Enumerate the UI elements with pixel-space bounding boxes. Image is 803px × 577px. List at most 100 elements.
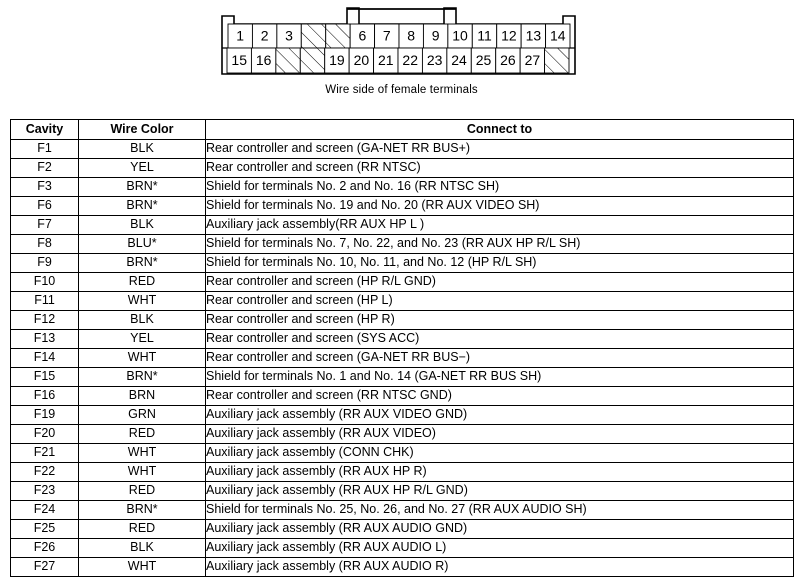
cell-cavity: F12 (10, 310, 79, 330)
cell-wire-color: BRN* (78, 253, 206, 273)
cell-cavity: F9 (10, 253, 79, 273)
table-row: F10 RED Rear controller and screen (HP R/L… (10, 272, 794, 292)
cell-connect-to: Auxiliary jack assembly (RR AUX VIDEO GN… (205, 405, 794, 425)
terminal-bottom-label-22: 22 (402, 52, 418, 68)
cell-connect-to: Rear controller and screen (GA-NET RR BU… (205, 348, 794, 368)
table-row: F2 YEL Rear controller and screen (RR NTSC… (10, 158, 794, 178)
cell-wire-color: BLU* (78, 234, 206, 254)
cell-cavity: F16 (10, 386, 79, 406)
cell-cavity: F10 (10, 272, 79, 292)
cell-cavity: F14 (10, 348, 79, 368)
terminal-bottom-label-20: 20 (354, 52, 370, 68)
cell-wire-color: WHT (78, 462, 206, 482)
cell-wire-color: RED (78, 519, 206, 539)
terminal-bottom-label-16: 16 (256, 52, 272, 68)
terminal-row-top: 1 2 3 6 7 8 9 10 11 12 13 14 (227, 23, 571, 49)
cell-wire-color: RED (78, 272, 206, 292)
terminal-top-label-3: 3 (285, 28, 293, 44)
column-header-connect-to: Connect to (205, 119, 794, 140)
cell-cavity: F8 (10, 234, 79, 254)
terminal-top-label-7: 7 (383, 28, 391, 44)
cell-wire-color: RED (78, 481, 206, 501)
terminal-bottom-label-24: 24 (451, 52, 467, 68)
terminal-row-bottom: 15 16 19 20 21 22 23 24 25 26 27 (226, 47, 570, 74)
table-row: F22 WHT Auxiliary jack assembly (RR AUX HP… (10, 462, 794, 482)
table-row: F7 BLK Auxiliary jack assembly(RR AUX HP L… (10, 215, 794, 235)
column-header-cavity: Cavity (10, 119, 79, 140)
terminal-bottom-label-23: 23 (427, 52, 443, 68)
cell-connect-to: Auxiliary jack assembly(RR AUX HP L ) (205, 215, 794, 235)
table-row: F23 RED Auxiliary jack assembly (RR AUX HP… (10, 481, 794, 501)
cell-wire-color: WHT (78, 557, 206, 577)
cell-cavity: F11 (10, 291, 79, 311)
terminal-top-label-11: 11 (477, 28, 492, 44)
diagram-caption: Wire side of female terminals (325, 84, 478, 96)
cell-wire-color: GRN (78, 405, 206, 425)
table-row: F26 BLK Auxiliary jack assembly (RR AUX AU… (10, 538, 794, 558)
cell-wire-color: BRN* (78, 196, 206, 216)
cell-connect-to: Auxiliary jack assembly (RR AUX HP R) (205, 462, 794, 482)
cell-connect-to: Rear controller and screen (GA-NET RR BU… (205, 139, 794, 159)
cell-cavity: F26 (10, 538, 79, 558)
cell-wire-color: BLK (78, 310, 206, 330)
table-row: F21 WHT Auxiliary jack assembly (CONN CHK) (10, 443, 794, 463)
terminal-bottom-label-27: 27 (525, 52, 541, 68)
terminal-top-label-2: 2 (261, 28, 269, 44)
cell-connect-to: Rear controller and screen (RR NTSC) (205, 158, 794, 178)
terminal-bottom-label-25: 25 (476, 52, 492, 68)
cell-cavity: F15 (10, 367, 79, 387)
terminal-top-blank-cell (300, 23, 327, 49)
cell-connect-to: Auxiliary jack assembly (CONN CHK) (205, 443, 794, 463)
table-row: F27 WHT Auxiliary jack assembly (RR AUX AU… (10, 557, 794, 577)
terminal-bottom-label-21: 21 (378, 52, 394, 68)
cell-wire-color: YEL (78, 158, 206, 178)
cell-connect-to: Auxiliary jack assembly (RR AUX AUDIO L) (205, 538, 794, 558)
terminal-table: Cavity Wire Color Connect to F1 BLK Rear c… (10, 119, 794, 577)
table-row: F3 BRN* Shield for terminals No. 2 and No.… (10, 177, 794, 197)
cell-wire-color: BRN* (78, 177, 206, 197)
cell-cavity: F7 (10, 215, 79, 235)
cell-wire-color: WHT (78, 291, 206, 311)
cell-wire-color: BRN* (78, 500, 206, 520)
cell-cavity: F1 (10, 139, 79, 159)
table-row: F14 WHT Rear controller and screen (GA-NET… (10, 348, 794, 368)
cell-connect-to: Auxiliary jack assembly (RR AUX VIDEO) (205, 424, 794, 444)
cell-connect-to: Shield for terminals No. 10, No. 11, and… (205, 253, 794, 273)
terminal-top-label-6: 6 (358, 28, 366, 44)
table-row: F19 GRN Auxiliary jack assembly (RR AUX VI… (10, 405, 794, 425)
cell-connect-to: Shield for terminals No. 7, No. 22, and … (205, 234, 794, 254)
table-row: F6 BRN* Shield for terminals No. 19 and No… (10, 196, 794, 216)
cell-cavity: F24 (10, 500, 79, 520)
terminal-bottom-blank-cell (299, 47, 326, 74)
table-row: F16 BRN Rear controller and screen (RR NTS… (10, 386, 794, 406)
table-header-row: Cavity Wire Color Connect to (10, 119, 794, 140)
cell-connect-to: Rear controller and screen (SYS ACC) (205, 329, 794, 349)
cell-connect-to: Shield for terminals No. 25, No. 26, and… (205, 500, 794, 520)
cell-connect-to: Shield for terminals No. 1 and No. 14 (G… (205, 367, 794, 387)
terminal-table-container: Cavity Wire Color Connect to F1 BLK Rear c… (10, 119, 794, 577)
cell-wire-color: BLK (78, 215, 206, 235)
terminal-bottom-blank-cell (275, 47, 301, 74)
connector-diagram: 1 2 3 6 7 8 9 10 11 12 13 14 15 16 19 20 21 22 23 24 25 26 27 (0, 0, 803, 82)
terminal-bottom-label-26: 26 (500, 52, 516, 68)
terminal-top-label-13: 13 (526, 28, 542, 44)
cell-connect-to: Rear controller and screen (RR NTSC GND) (205, 386, 794, 406)
table-header: Cavity Wire Color Connect to (10, 119, 794, 140)
terminal-top-label-10: 10 (452, 28, 468, 44)
cell-cavity: F19 (10, 405, 79, 425)
cell-cavity: F20 (10, 424, 79, 444)
terminal-top-label-8: 8 (407, 28, 415, 44)
table-row: F12 BLK Rear controller and screen (HP R) (10, 310, 794, 330)
terminal-top-blank-cell (325, 23, 351, 49)
cell-wire-color: BLK (78, 538, 206, 558)
terminal-top-label-1: 1 (236, 28, 244, 44)
table-body: F1 BLK Rear controller and screen (GA-NET … (10, 139, 794, 577)
cell-connect-to: Rear controller and screen (HP R/L GND) (205, 272, 794, 292)
cell-wire-color: BRN (78, 386, 206, 406)
table-row: F11 WHT Rear controller and screen (HP L) (10, 291, 794, 311)
cell-connect-to: Auxiliary jack assembly (RR AUX AUDIO R) (205, 557, 794, 577)
terminal-bottom-blank-cell (544, 47, 570, 74)
cell-cavity: F21 (10, 443, 79, 463)
table-row: F8 BLU* Shield for terminals No. 7, No. 22… (10, 234, 794, 254)
terminal-bottom-label-19: 19 (329, 52, 345, 68)
